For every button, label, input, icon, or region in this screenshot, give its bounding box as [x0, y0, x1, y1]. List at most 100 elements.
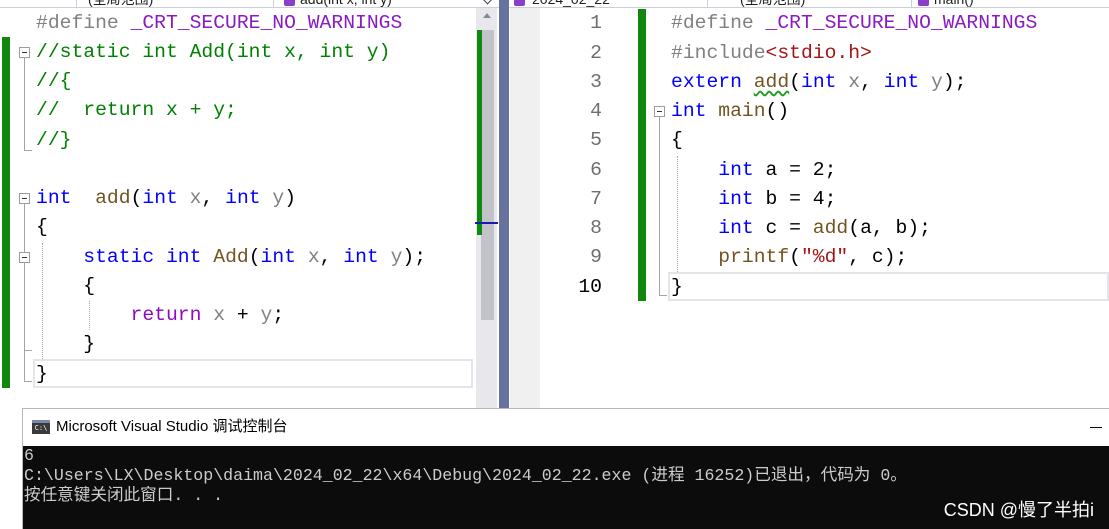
code-token: (	[789, 246, 801, 269]
code-line[interactable]: {	[671, 126, 1037, 155]
code-token: Add	[213, 245, 249, 268]
code-line[interactable]: }	[671, 273, 1037, 302]
code-token: static	[83, 245, 155, 268]
code-token: int	[165, 245, 202, 268]
code-token: int	[718, 217, 754, 240]
code-line[interactable]: {	[36, 213, 426, 242]
code-token: extern	[671, 70, 742, 93]
line-number: 8	[590, 217, 602, 240]
console-output: 6 C:\Users\LX\Desktop\daima\2024_02_22\x6…	[24, 446, 1104, 506]
code-line[interactable]: int b = 4;	[671, 185, 1037, 214]
code-line[interactable]: printf("%d", c);	[671, 243, 1037, 272]
code-token: x	[189, 187, 202, 209]
code-token: int	[718, 158, 754, 181]
project-icon	[514, 0, 525, 6]
code-token: {	[671, 129, 683, 152]
code-token: x	[307, 245, 320, 268]
chevron-down-icon[interactable]	[482, 0, 493, 5]
collapse-icon[interactable]	[19, 193, 30, 204]
right-member-dropdown[interactable]: main()	[934, 0, 974, 7]
code-line[interactable]: int main()	[671, 97, 1037, 126]
minimize-icon[interactable]	[1090, 427, 1102, 428]
navigation-bar: (全局范围) add(int x, int y) 2024_02_22 (全局范…	[0, 0, 1109, 8]
line-number-margin: 1 2 3 4 5 6 7 8 9 10	[548, 9, 602, 302]
collapse-icon[interactable]	[654, 106, 665, 117]
scroll-up-icon[interactable]	[483, 13, 491, 18]
collapse-icon[interactable]	[19, 47, 30, 58]
code-line[interactable]	[36, 155, 426, 184]
right-scope-dropdown[interactable]: (全局范围)	[740, 0, 805, 7]
code-line[interactable]: #define _CRT_SECURE_NO_WARNINGS	[36, 9, 426, 38]
code-line[interactable]: // return x + y;	[36, 96, 426, 125]
code-token: int	[36, 187, 72, 209]
left-code-editor[interactable]: #define _CRT_SECURE_NO_WARNINGS//static …	[36, 9, 426, 389]
code-token: int	[260, 245, 296, 268]
code-token: // return x + y;	[36, 99, 237, 122]
code-token: ;	[272, 304, 285, 326]
code-line[interactable]: //{	[36, 67, 426, 96]
code-token: , c);	[848, 246, 908, 269]
line-number: 10	[578, 275, 602, 298]
right-project-dropdown[interactable]: 2024_02_22	[532, 0, 610, 7]
code-line[interactable]: //static int Add(int x, int y)	[36, 38, 426, 67]
change-tracking-bar	[638, 9, 646, 301]
code-token: <stdio.h>	[765, 41, 872, 64]
function-icon	[284, 0, 295, 6]
code-line[interactable]: #include<stdio.h>	[671, 39, 1037, 68]
code-token: a = 2;	[753, 158, 837, 181]
editor-splitter[interactable]	[499, 0, 509, 410]
scrollbar-thumb[interactable]	[481, 30, 494, 320]
code-line[interactable]: }	[36, 330, 426, 359]
code-token: printf	[718, 246, 790, 269]
code-token: return	[130, 304, 202, 326]
code-token: int	[718, 187, 754, 210]
nav-separator	[911, 0, 912, 7]
scrollbar-caret-marker	[475, 222, 498, 224]
line-number: 2	[590, 41, 602, 64]
code-token: int	[671, 100, 707, 123]
outline-line	[24, 58, 25, 150]
code-token: add	[812, 217, 849, 240]
left-member-dropdown[interactable]: add(int x, int y)	[300, 0, 392, 7]
code-line[interactable]: int c = add(a, b);	[671, 214, 1037, 243]
code-token: {	[36, 216, 48, 239]
code-token: b = 4;	[753, 187, 837, 210]
code-line[interactable]: //}	[36, 126, 426, 155]
code-token: int	[801, 70, 837, 93]
console-output-line: C:\Users\LX\Desktop\daima\2024_02_22\x64…	[24, 466, 907, 485]
code-token: }	[671, 275, 683, 298]
code-line[interactable]: extern add(int x, int y);	[671, 68, 1037, 97]
console-title-bar[interactable]: C:\ Microsoft Visual Studio 调试控制台	[23, 409, 1109, 446]
code-token: int	[142, 187, 178, 209]
collapse-icon[interactable]	[19, 252, 30, 263]
line-number: 6	[590, 158, 602, 181]
outline-line	[24, 150, 32, 151]
code-token: )	[284, 187, 297, 209]
line-number: 7	[590, 187, 602, 210]
code-line[interactable]: }	[36, 360, 426, 389]
code-line[interactable]: int add(int x, int y)	[36, 184, 426, 213]
indicator-margin[interactable]	[510, 8, 540, 410]
code-token: +	[225, 304, 261, 326]
code-token-warning: add	[753, 70, 790, 93]
code-line[interactable]: #define _CRT_SECURE_NO_WARNINGS	[671, 9, 1037, 38]
code-token: //{	[36, 70, 72, 92]
watermark: CSDN @慢了半拍i	[943, 500, 1094, 520]
code-line[interactable]: return x + y;	[36, 301, 426, 330]
code-line[interactable]: {	[36, 272, 426, 301]
left-scope-dropdown[interactable]: (全局范围)	[88, 0, 153, 7]
right-code-editor[interactable]: #define _CRT_SECURE_NO_WARNINGS #include<…	[671, 9, 1037, 302]
code-line[interactable]: static int Add(int x, int y);	[36, 243, 426, 272]
code-line[interactable]: int a = 2;	[671, 156, 1037, 185]
